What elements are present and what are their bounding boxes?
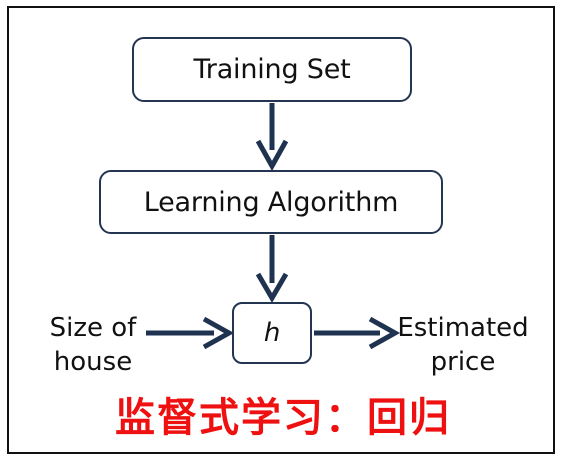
arrow-training-to-learning (255, 103, 289, 172)
hypothesis-box: h (232, 302, 312, 364)
learning-algorithm-label: Learning Algorithm (143, 186, 399, 218)
output-label-line1: Estimated (397, 313, 529, 343)
input-label-line1: Size of (49, 313, 137, 343)
learning-algorithm-box: Learning Algorithm (99, 170, 443, 234)
hypothesis-label: h (263, 318, 281, 348)
input-label: Size of house (38, 311, 148, 379)
training-set-label: Training Set (193, 54, 351, 85)
arrow-h-to-output (314, 316, 401, 350)
caption: 监督式学习：回归 (115, 395, 451, 441)
input-label-line2: house (53, 347, 133, 377)
arrow-input-to-h (146, 316, 235, 350)
output-label: Estimated price (388, 311, 538, 379)
arrow-learning-to-h (255, 235, 289, 303)
training-set-box: Training Set (132, 37, 412, 102)
output-label-line2: price (430, 347, 496, 377)
